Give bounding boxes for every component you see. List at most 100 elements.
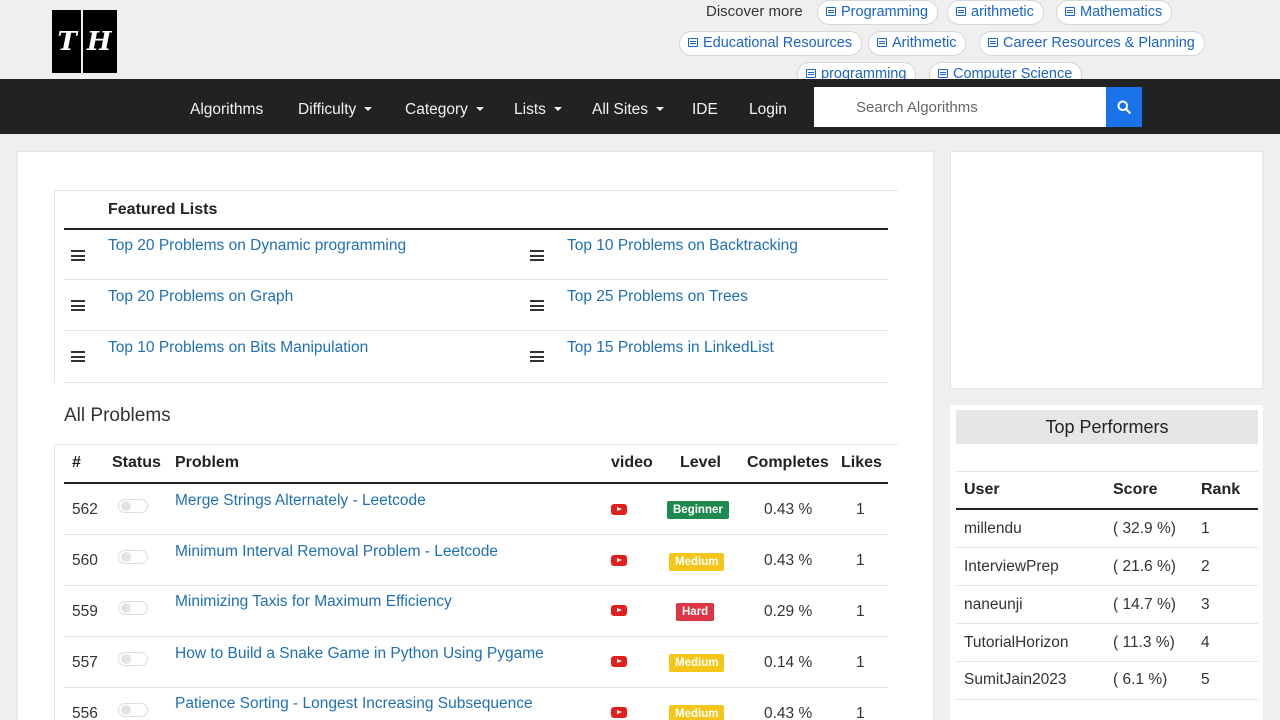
performer-score: ( 6.1 %) [1113,671,1168,688]
problem-link[interactable]: Patience Sorting - Longest Increasing Su… [175,695,533,713]
top-performers-heading: Top Performers [956,410,1258,444]
likes-value: 1 [856,552,865,569]
caret-down-icon [553,107,562,111]
likes-value: 1 [856,501,865,518]
status-toggle[interactable] [118,652,148,666]
status-toggle[interactable] [118,550,148,564]
article-icon [988,38,998,47]
performer-user: SumitJain2023 [964,671,1067,688]
performer-user: naneunji [964,596,1023,613]
nav-ide[interactable]: IDE [692,79,718,134]
article-icon [806,69,816,78]
row-divider [956,623,1258,624]
performer-user: TutorialHorizon [964,634,1069,651]
performer-rank: 3 [1201,596,1210,613]
featured-link-bits[interactable]: Top 10 Problems on Bits Manipulation [108,339,368,357]
article-icon [877,38,887,47]
row-divider [956,547,1258,548]
col-header-video: video [611,454,653,471]
col-header-status: Status [112,454,161,471]
logo-divider [80,10,83,73]
youtube-icon[interactable] [611,707,627,718]
article-icon [938,69,948,78]
col-header-completes: Completes [747,454,829,471]
row-divider [64,330,888,331]
list-icon [530,351,544,362]
problem-link[interactable]: Minimum Interval Removal Problem - Leetc… [175,543,498,561]
problem-link[interactable]: Merge Strings Alternately - Leetcode [175,492,426,510]
featured-link-trees[interactable]: Top 25 Problems on Trees [567,288,748,306]
col-header-number: # [72,454,81,471]
featured-link-linkedlist[interactable]: Top 15 Problems in LinkedList [567,339,774,357]
caret-down-icon [475,107,484,111]
level-badge: Medium [669,654,725,672]
performer-score: ( 11.3 %) [1113,634,1175,651]
featured-header-rule [64,228,888,230]
youtube-icon[interactable] [611,555,627,566]
site-logo[interactable]: T H [52,10,117,73]
search-button[interactable] [1106,87,1142,127]
nav-category-dropdown[interactable]: Category [405,79,484,134]
featured-link-backtracking[interactable]: Top 10 Problems on Backtracking [567,237,798,255]
col-header-problem: Problem [175,454,240,471]
performer-rank: 2 [1201,558,1210,575]
chip-arithmetic-2[interactable]: Arithmetic [868,31,967,56]
search-input[interactable] [814,87,1106,127]
list-icon [530,300,544,311]
logo-letter-t: T [57,26,77,57]
featured-link-dp[interactable]: Top 20 Problems on Dynamic programming [108,237,406,255]
performer-rank: 4 [1201,634,1210,651]
completes-value: 0.43 % [764,552,813,569]
col-header-user: User [964,481,1000,498]
likes-value: 1 [856,705,865,720]
level-badge: Medium [669,705,725,720]
row-divider [956,699,1258,700]
problem-link[interactable]: How to Build a Snake Game in Python Usin… [175,645,544,663]
row-divider [956,471,1258,472]
performer-user: InterviewPrep [964,558,1059,575]
row-divider [956,661,1258,662]
row-divider [64,279,888,280]
chip-educational-resources[interactable]: Educational Resources [679,31,863,56]
col-header-rank: Rank [1201,481,1241,498]
status-toggle[interactable] [118,703,148,717]
youtube-icon[interactable] [611,656,627,667]
performers-header-rule [956,508,1258,510]
chip-mathematics[interactable]: Mathematics [1056,0,1173,25]
chip-career-resources[interactable]: Career Resources & Planning [979,31,1205,56]
discover-more-label: Discover more [706,3,803,20]
status-toggle[interactable] [118,499,148,513]
nav-lists-dropdown[interactable]: Lists [514,79,562,134]
completes-value: 0.43 % [764,501,813,518]
row-divider [64,382,888,383]
performer-score: ( 14.7 %) [1113,596,1176,613]
table-border [54,444,55,720]
nav-difficulty-dropdown[interactable]: Difficulty [298,79,373,134]
problem-id: 557 [72,654,98,671]
youtube-icon[interactable] [611,605,627,616]
youtube-icon[interactable] [611,504,627,515]
article-icon [688,38,698,47]
completes-value: 0.14 % [764,654,813,671]
chip-arithmetic[interactable]: arithmetic [947,0,1044,25]
completes-value: 0.29 % [764,603,813,620]
performer-rank: 5 [1201,671,1210,688]
problem-link[interactable]: Minimizing Taxis for Maximum Efficiency [175,593,452,611]
list-icon [71,351,85,362]
nav-algorithms[interactable]: Algorithms [190,79,263,134]
article-icon [1065,7,1075,16]
performer-score: ( 32.9 %) [1113,520,1176,537]
nav-login[interactable]: Login [749,79,787,134]
level-badge: Hard [676,603,715,621]
list-icon [530,250,544,261]
problem-id: 560 [72,552,98,569]
status-toggle[interactable] [118,601,148,615]
performer-user: millendu [964,520,1022,537]
logo-letter-h: H [86,26,112,57]
featured-lists-heading: Featured Lists [108,201,218,218]
performer-score: ( 21.6 %) [1113,558,1176,575]
nav-all-sites-dropdown[interactable]: All Sites [592,79,664,134]
list-icon [71,250,85,261]
chip-programming[interactable]: Programming [817,0,939,25]
featured-link-graph[interactable]: Top 20 Problems on Graph [108,288,293,306]
